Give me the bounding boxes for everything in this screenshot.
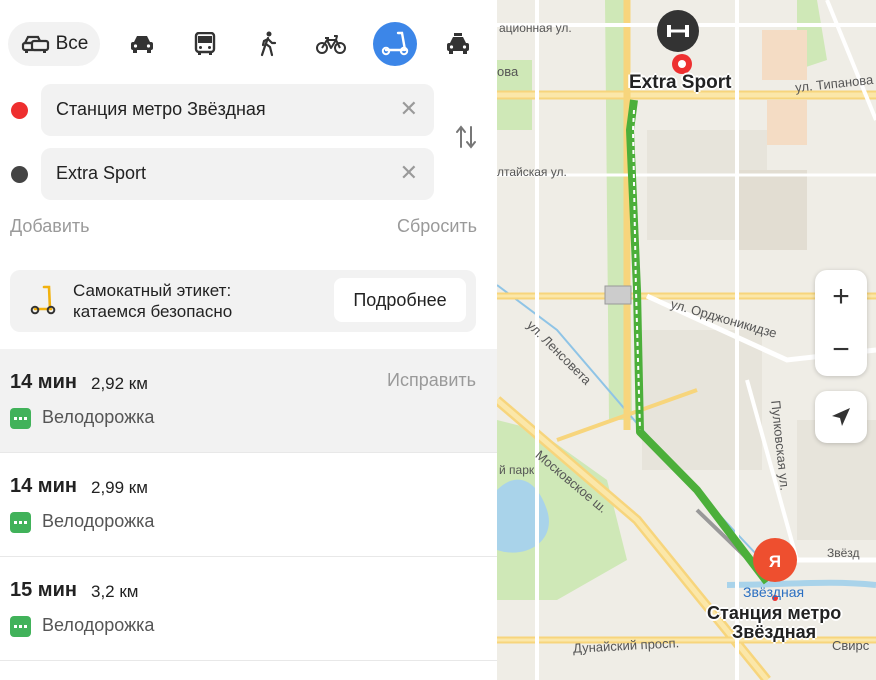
navigation-arrow-icon xyxy=(832,408,850,426)
street-label: ова xyxy=(497,64,519,79)
mode-pedestrian-button[interactable] xyxy=(246,22,290,66)
route-time: 14 мин xyxy=(10,371,77,393)
car-icon xyxy=(131,36,153,53)
to-field[interactable]: Extra Sport ✕ xyxy=(41,148,434,200)
map-view[interactable]: Я Extra Sport Станция метро Звёздная Звё… xyxy=(497,0,876,680)
route-panel: Все Станция метро Звёздная ✕ Extra Sport… xyxy=(0,0,497,680)
route-distance: 2,92 км xyxy=(91,374,148,393)
car-icon xyxy=(21,35,49,53)
mode-taxi-button[interactable] xyxy=(436,22,480,66)
route-type: Велодорожка xyxy=(42,511,155,531)
route-option[interactable]: 15 мин 3,2 км Велодорожка xyxy=(0,557,497,661)
locate-button[interactable] xyxy=(815,391,867,443)
street-label: й парк xyxy=(499,463,535,477)
route-type: Велодорожка xyxy=(42,615,155,635)
mode-all-label: Все xyxy=(55,33,89,54)
bicycle-icon xyxy=(316,35,346,54)
street-label: Свирс xyxy=(832,638,870,653)
bike-lane-icon xyxy=(10,616,31,637)
origin-marker-icon xyxy=(11,102,28,119)
route-option[interactable]: 14 мин 2,99 км Велодорожка xyxy=(0,453,497,557)
zoom-in-button[interactable]: + xyxy=(815,270,867,323)
scooter-icon xyxy=(381,31,409,56)
transport-mode-bar: Все xyxy=(8,22,488,66)
more-info-button[interactable]: Подробнее xyxy=(334,278,466,322)
etiquette-banner: Самокатный этикет: катаемся безопасно По… xyxy=(10,270,476,332)
taxi-icon xyxy=(447,33,469,54)
add-waypoint-link[interactable]: Добавить xyxy=(10,216,90,237)
to-value: Extra Sport xyxy=(56,163,147,183)
route-option[interactable]: 14 мин 2,92 км Исправить Велодорожка xyxy=(0,349,497,453)
mode-bus-button[interactable] xyxy=(183,22,227,66)
street-label: лтайская ул. xyxy=(497,165,567,179)
destination-marker-icon xyxy=(11,166,28,183)
from-value: Станция метро Звёздная xyxy=(56,99,266,119)
reset-link[interactable]: Сбросить xyxy=(397,216,477,237)
bike-lane-icon xyxy=(10,512,31,533)
clear-from-icon[interactable]: ✕ xyxy=(400,98,418,120)
mode-bicycle-button[interactable] xyxy=(309,22,353,66)
origin-map-label-line2: Звёздная xyxy=(732,622,817,642)
etiquette-subtitle: катаемся безопасно xyxy=(73,302,233,321)
bike-lane-icon xyxy=(10,408,31,429)
etiquette-title: Самокатный этикет: xyxy=(73,281,232,300)
mode-scooter-button[interactable] xyxy=(373,22,417,66)
bus-icon xyxy=(194,32,216,55)
street-label: ационная ул. xyxy=(499,21,572,35)
origin-map-label-line1: Станция метро xyxy=(707,603,842,623)
route-time: 14 мин xyxy=(10,475,77,497)
walk-icon xyxy=(260,31,277,57)
zoom-control: + − xyxy=(815,270,867,376)
route-distance: 2,99 км xyxy=(91,478,148,497)
dumbbell-icon xyxy=(667,25,689,37)
to-row: Extra Sport ✕ xyxy=(0,148,497,200)
swap-button[interactable] xyxy=(454,123,478,151)
fix-route-link[interactable]: Исправить xyxy=(387,370,476,391)
route-time: 15 мин xyxy=(10,579,77,601)
route-type: Велодорожка xyxy=(42,407,155,427)
destination-map-label: Extra Sport xyxy=(629,72,732,93)
zoom-out-button[interactable]: − xyxy=(815,323,867,376)
svg-text:Я: Я xyxy=(769,552,781,571)
clear-to-icon[interactable]: ✕ xyxy=(400,162,418,184)
metro-station-label: Звёздная xyxy=(743,584,805,600)
street-label: Звёзд xyxy=(827,546,860,560)
from-row: Станция метро Звёздная ✕ xyxy=(0,84,497,136)
mode-car-button[interactable] xyxy=(120,22,164,66)
mode-all-button[interactable]: Все xyxy=(8,22,100,66)
from-field[interactable]: Станция метро Звёздная ✕ xyxy=(41,84,434,136)
scooter-icon xyxy=(30,285,56,315)
route-distance: 3,2 км xyxy=(91,582,139,601)
swap-icon xyxy=(456,125,476,149)
gym-marker-icon[interactable] xyxy=(657,10,699,52)
